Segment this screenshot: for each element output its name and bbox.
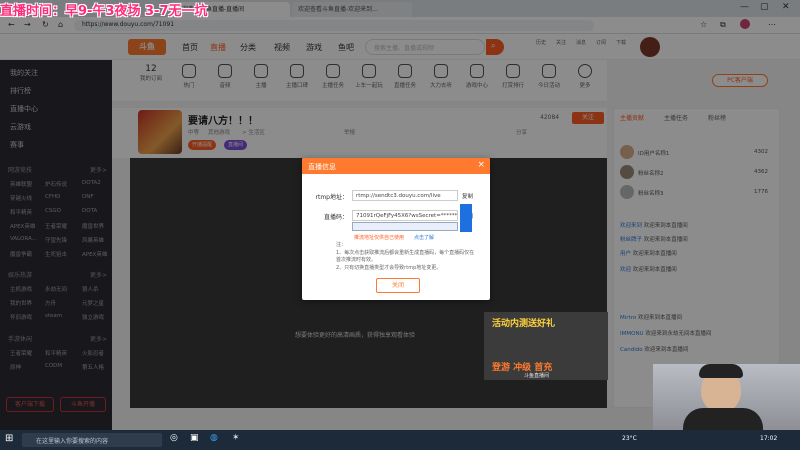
edge-icon[interactable]: ◍ bbox=[210, 433, 218, 443]
taskbar-search[interactable]: 在这里输入你要搜索的内容 bbox=[22, 433, 162, 447]
rtmp-label: rtmp地址： bbox=[315, 194, 348, 201]
clock[interactable]: 17:02 bbox=[760, 435, 777, 442]
windows-taskbar: ⊞ 在这里输入你要搜索的内容 ◎ ▣ ◍ ✶ 23°C 17:02 bbox=[0, 430, 800, 450]
windows-start-icon[interactable]: ⊞ bbox=[5, 433, 13, 444]
stream-key-label: 直播码： bbox=[323, 214, 348, 221]
webcam-feed bbox=[653, 364, 800, 430]
highlight-marker bbox=[460, 204, 472, 232]
promo-banner[interactable]: 活动内测送好礼 登游 冲级 首充 斗鱼直播间 bbox=[484, 312, 608, 380]
dialog-title: 直播信息 bbox=[308, 163, 336, 171]
warning-text: 推流地址仅供自己使用 bbox=[354, 235, 405, 241]
file-explorer-icon[interactable]: ▣ bbox=[190, 433, 199, 443]
streamer-hair bbox=[699, 364, 743, 378]
learn-more-link[interactable]: 点击了解 bbox=[414, 234, 434, 241]
promo-sub: 斗鱼直播间 bbox=[524, 373, 550, 379]
streamer-shirt bbox=[683, 408, 763, 430]
key-dropdown[interactable] bbox=[352, 222, 458, 231]
stream-overlay-title: 直播时间：早9-午3夜场 3-7无一坑 bbox=[0, 4, 208, 19]
rtmp-address-field[interactable]: rtmp://sendtc3.douyu.com/live bbox=[352, 190, 458, 201]
stream-key-field[interactable]: 71091rQeFjFy45X6?wsSecret=********* bbox=[352, 210, 458, 221]
promo-title: 活动内测送好礼 bbox=[492, 319, 556, 329]
note-1: 1、每次点击获取推流后都会重新生成直播码，每个直播码仅在首次推流时有效。 bbox=[336, 250, 475, 263]
copy-rtmp-button[interactable]: 复制 bbox=[462, 192, 473, 200]
dialog-header: 直播信息 × bbox=[302, 158, 490, 174]
app-icon[interactable]: ✶ bbox=[232, 433, 240, 443]
dialog-close-button[interactable]: 关闭 bbox=[376, 278, 420, 293]
task-view-icon[interactable]: ◎ bbox=[170, 433, 178, 443]
weather-widget[interactable]: 23°C bbox=[622, 435, 637, 442]
note-header: 注： bbox=[336, 242, 347, 248]
live-info-dialog: 直播信息 × rtmp地址： rtmp://sendtc3.douyu.com/… bbox=[302, 158, 490, 300]
note-2: 2、只有切换直播类型才会导致rtmp地址变更。 bbox=[336, 265, 442, 271]
close-icon[interactable]: × bbox=[477, 160, 485, 170]
